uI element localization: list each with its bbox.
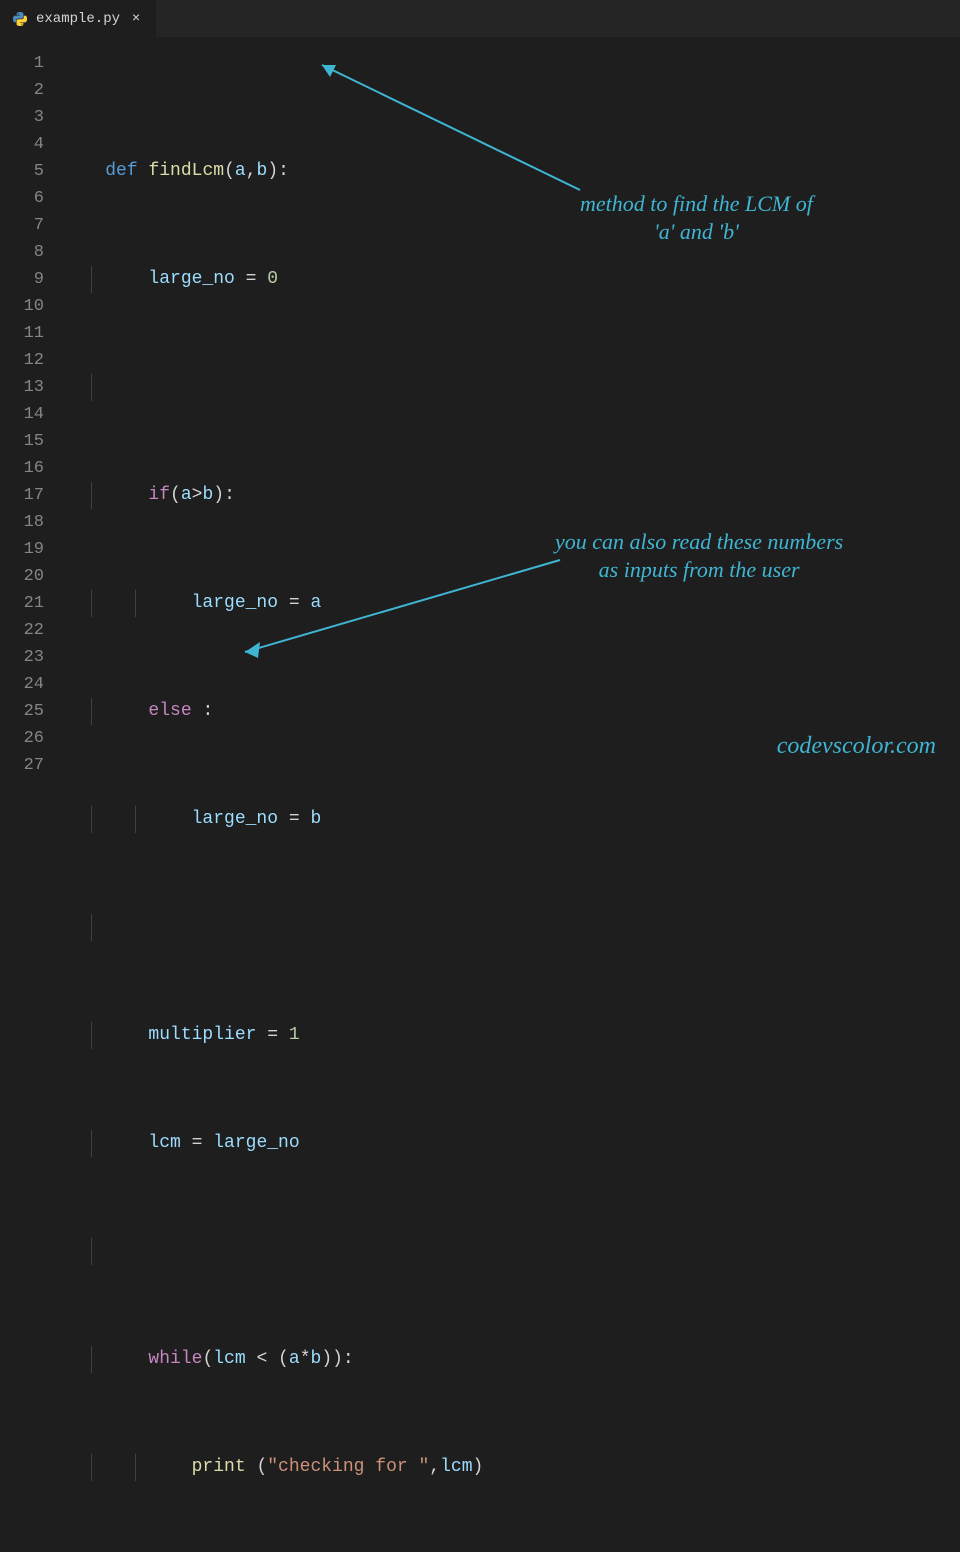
code-line bbox=[62, 1238, 960, 1265]
line-number: 25 bbox=[0, 698, 44, 725]
python-file-icon bbox=[12, 11, 28, 27]
code-line: def findLcm(a,b): bbox=[62, 158, 960, 185]
line-number: 1 bbox=[0, 50, 44, 77]
code-line: large_no = 0 bbox=[62, 266, 960, 293]
line-number: 18 bbox=[0, 509, 44, 536]
code-line: print ("checking for ",lcm) bbox=[62, 1454, 960, 1481]
line-number: 20 bbox=[0, 563, 44, 590]
code-line: else : bbox=[62, 698, 960, 725]
line-number: 10 bbox=[0, 293, 44, 320]
line-number: 19 bbox=[0, 536, 44, 563]
code-line: if(a>b): bbox=[62, 482, 960, 509]
line-number: 11 bbox=[0, 320, 44, 347]
code-line: multiplier = 1 bbox=[62, 1022, 960, 1049]
tab-bar: example.py × bbox=[0, 0, 960, 38]
line-number: 15 bbox=[0, 428, 44, 455]
line-number: 16 bbox=[0, 455, 44, 482]
line-number: 7 bbox=[0, 212, 44, 239]
code-area[interactable]: def findLcm(a,b): large_no = 0 if(a>b): … bbox=[62, 38, 960, 776]
line-number: 9 bbox=[0, 266, 44, 293]
code-line: large_no = a bbox=[62, 590, 960, 617]
line-number-gutter: 1234567891011121314151617181920212223242… bbox=[0, 38, 62, 776]
line-number: 24 bbox=[0, 671, 44, 698]
code-line: while(lcm < (a*b)): bbox=[62, 1346, 960, 1373]
line-number: 26 bbox=[0, 725, 44, 752]
line-number: 23 bbox=[0, 644, 44, 671]
code-line: lcm = large_no bbox=[62, 1130, 960, 1157]
line-number: 8 bbox=[0, 239, 44, 266]
line-number: 13 bbox=[0, 374, 44, 401]
line-number: 5 bbox=[0, 158, 44, 185]
line-number: 2 bbox=[0, 77, 44, 104]
line-number: 14 bbox=[0, 401, 44, 428]
line-number: 3 bbox=[0, 104, 44, 131]
code-line bbox=[62, 914, 960, 941]
file-tab[interactable]: example.py × bbox=[0, 0, 157, 37]
line-number: 4 bbox=[0, 131, 44, 158]
code-editor[interactable]: 1234567891011121314151617181920212223242… bbox=[0, 38, 960, 776]
line-number: 27 bbox=[0, 752, 44, 779]
line-number: 22 bbox=[0, 617, 44, 644]
tab-filename: example.py bbox=[36, 11, 120, 27]
line-number: 12 bbox=[0, 347, 44, 374]
line-number: 17 bbox=[0, 482, 44, 509]
code-line: large_no = b bbox=[62, 806, 960, 833]
line-number: 21 bbox=[0, 590, 44, 617]
line-number: 6 bbox=[0, 185, 44, 212]
close-icon[interactable]: × bbox=[128, 11, 144, 27]
code-line bbox=[62, 374, 960, 401]
